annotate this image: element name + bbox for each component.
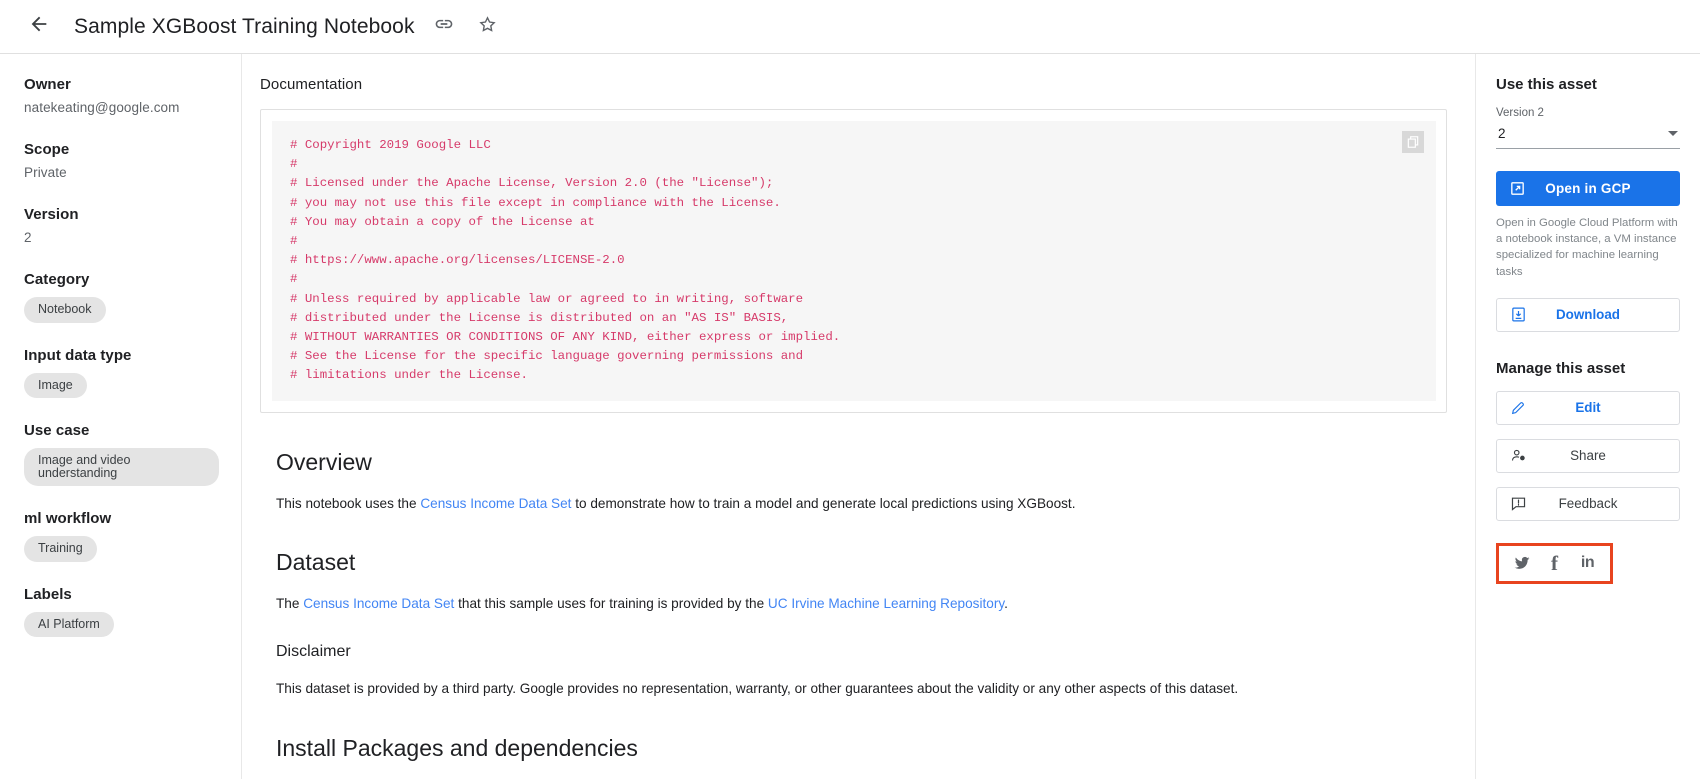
chip-use-case[interactable]: Image and video understanding <box>24 448 219 486</box>
disclaimer-paragraph: This dataset is provided by a third part… <box>276 681 1239 697</box>
main-layout: Owner natekeating@google.com Scope Priva… <box>0 54 1700 779</box>
documentation-panel: Documentation # Copyright 2019 Google LL… <box>241 54 1476 779</box>
back-button[interactable] <box>22 10 56 44</box>
install-title: Install Packages and dependencies <box>276 734 638 761</box>
app-header: Sample XGBoost Training Notebook <box>0 0 1700 54</box>
facebook-icon[interactable]: f <box>1544 552 1566 574</box>
dataset-title: Dataset <box>276 549 356 576</box>
meta-field-owner: Owner natekeating@google.com <box>24 76 219 115</box>
meta-label: Owner <box>24 76 71 93</box>
chip-labels[interactable]: AI Platform <box>24 611 114 637</box>
meta-label: Input data type <box>24 346 132 364</box>
star-outline-icon <box>477 14 498 40</box>
version-select[interactable]: 2 <box>1496 124 1680 149</box>
census-income-data-set-link-2[interactable]: Census Income Data Set <box>303 596 454 611</box>
meta-label: Scope <box>24 141 70 158</box>
code-card: # Copyright 2019 Google LLC # # Licensed… <box>260 109 1447 413</box>
meta-field-scope: Scope Private <box>24 141 219 180</box>
social-share-group: f in <box>1496 542 1613 584</box>
feedback-button[interactable]: Feedback <box>1496 486 1680 521</box>
download-icon <box>1510 306 1527 323</box>
census-income-data-set-link[interactable]: Census Income Data Set <box>420 496 571 511</box>
pencil-icon <box>1510 400 1526 416</box>
documentation-heading: Documentation <box>260 76 363 93</box>
facebook-glyph: f <box>1551 550 1558 575</box>
overview-text-b: to demonstrate how to train a model and … <box>571 495 1076 511</box>
chevron-down-icon <box>1668 131 1678 136</box>
meta-label: ml workflow <box>24 510 112 527</box>
dataset-paragraph: The Census Income Data Set that this sam… <box>276 594 1447 614</box>
asset-actions-panel: Use this asset Version 2 2 Open in GCP O… <box>1476 54 1700 779</box>
download-button[interactable]: Download <box>1496 297 1680 332</box>
chip-ml-workflow[interactable]: Training <box>24 536 97 562</box>
manage-this-asset-title: Manage this asset <box>1496 359 1626 377</box>
meta-field-input-data-type: Input data type Image <box>24 346 219 398</box>
linkedin-glyph: in <box>1580 554 1595 572</box>
overview-text-a: This notebook uses the <box>276 495 421 511</box>
open-in-gcp-helper-text: Open in Google Cloud Platform with a not… <box>1496 217 1678 278</box>
feedback-icon <box>1510 495 1527 512</box>
page-title: Sample XGBoost Training Notebook <box>74 14 415 38</box>
meta-field-use-case: Use case Image and video understanding <box>24 422 219 486</box>
meta-label: Version <box>24 206 79 223</box>
meta-value: 2 <box>24 230 32 245</box>
chip-input-data-type[interactable]: Image <box>24 372 87 398</box>
metadata-sidebar: Owner natekeating@google.com Scope Priva… <box>0 54 241 779</box>
twitter-icon[interactable] <box>1511 552 1533 574</box>
version-field-label: Version 2 <box>1496 107 1544 119</box>
copy-icon[interactable] <box>1402 131 1424 153</box>
person-add-icon <box>1510 447 1527 464</box>
overview-title: Overview <box>276 448 372 475</box>
share-button[interactable]: Share <box>1496 438 1680 473</box>
meta-field-ml-workflow: ml workflow Training <box>24 510 219 562</box>
meta-label: Category <box>24 271 90 288</box>
meta-label: Labels <box>24 585 72 603</box>
meta-field-labels: Labels AI Platform <box>24 585 219 637</box>
chip-category[interactable]: Notebook <box>24 297 106 323</box>
open-in-gcp-button[interactable]: Open in GCP <box>1496 171 1680 206</box>
arrow-left-icon <box>28 13 50 40</box>
link-icon <box>434 14 454 39</box>
meta-label: Use case <box>24 422 90 439</box>
dataset-text-c: . <box>1004 596 1008 612</box>
meta-field-version: Version 2 <box>24 206 219 245</box>
dataset-text-a: The <box>276 596 304 612</box>
open-in-new-icon <box>1509 180 1526 197</box>
overview-paragraph: This notebook uses the Census Income Dat… <box>276 494 1447 514</box>
meta-value: Private <box>24 165 67 180</box>
meta-value: natekeating@google.com <box>24 100 180 115</box>
meta-field-category: Category Notebook <box>24 271 219 323</box>
version-select-value: 2 <box>1498 126 1506 141</box>
copy-link-button[interactable] <box>429 12 459 42</box>
disclaimer-title: Disclaimer <box>276 643 351 661</box>
favorite-button[interactable] <box>473 12 503 42</box>
uc-irvine-repository-link[interactable]: UC Irvine Machine Learning Repository <box>768 596 1004 611</box>
documentation-body: Overview This notebook uses the Census I… <box>260 449 1447 779</box>
edit-button[interactable]: Edit <box>1496 390 1680 425</box>
use-this-asset-title: Use this asset <box>1496 76 1597 93</box>
license-code-block: # Copyright 2019 Google LLC # # Licensed… <box>272 121 1436 401</box>
dataset-text-b: that this sample uses for training is pr… <box>454 596 768 612</box>
linkedin-icon[interactable]: in <box>1577 552 1599 574</box>
